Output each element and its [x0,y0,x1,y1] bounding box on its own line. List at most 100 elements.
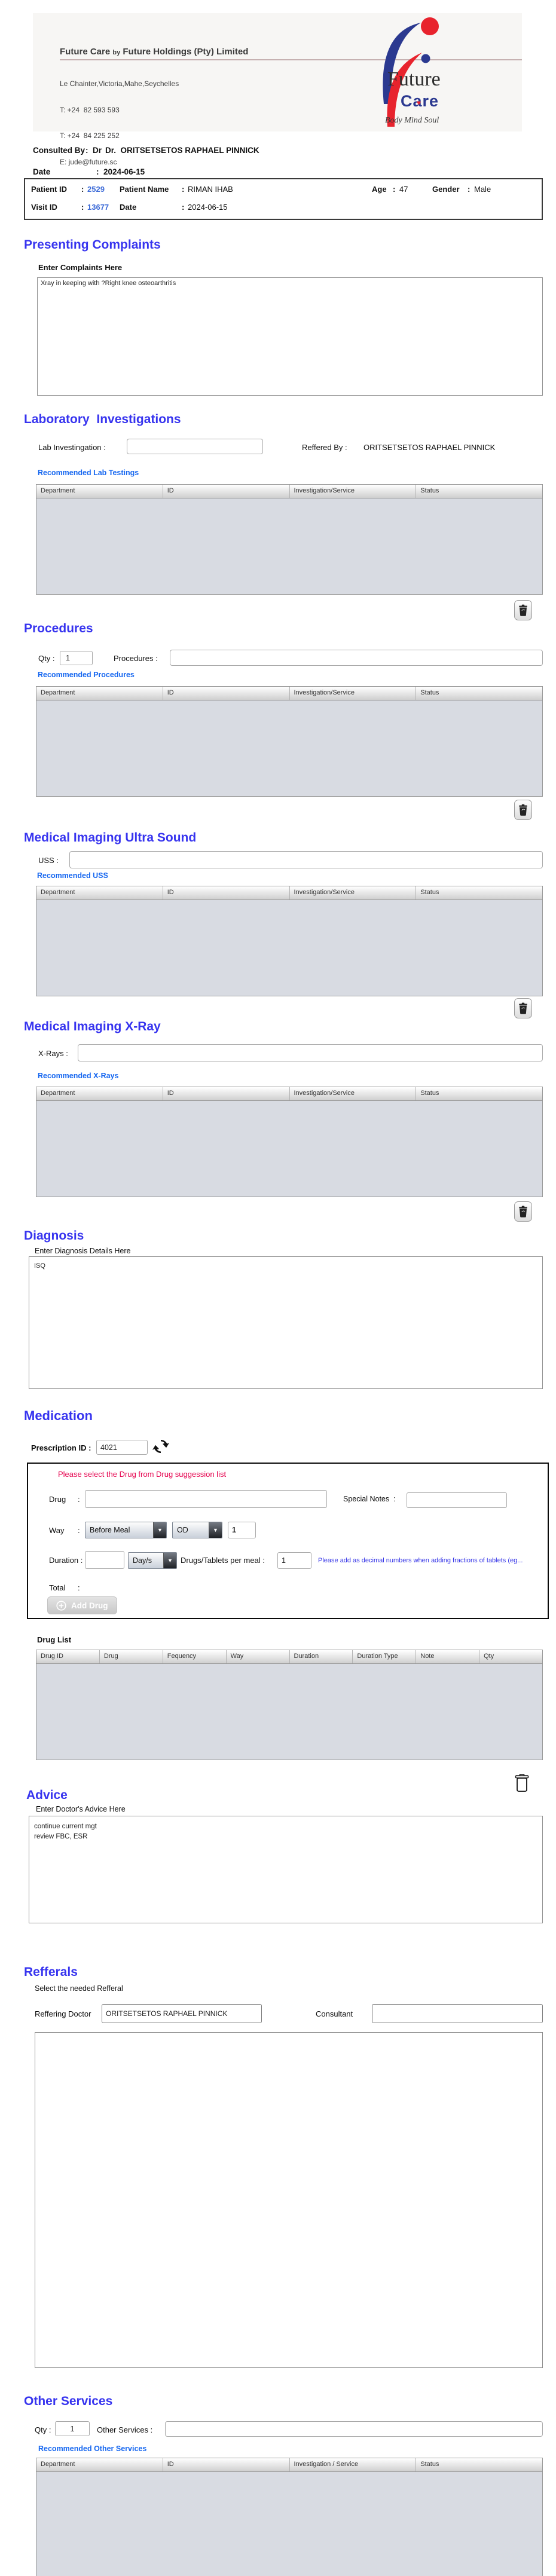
procedures-qty-input[interactable] [60,651,93,665]
section-medication: Medication [24,1408,93,1423]
trash-icon [519,604,527,616]
section-presenting-complaints: Presenting Complaints [24,238,161,252]
date-value: 2024-06-15 [103,167,145,176]
patient-name-label: Patient Name [120,185,169,194]
way-qty-input[interactable] [228,1522,256,1538]
other-qty-input[interactable] [55,2421,90,2436]
colon: : [81,203,84,212]
procedures-delete-button[interactable] [514,800,532,820]
logo-tagline: Body Mind Soul [385,116,439,125]
complaints-textarea[interactable]: Xray in keeping with ?Right knee osteoar… [37,277,543,396]
other-table-header: Department ID Investigation / Service St… [36,2458,542,2472]
special-notes-input[interactable] [407,1492,507,1508]
date-colon: : [96,167,99,176]
lab-investigation-input[interactable] [127,439,263,454]
colon: : [393,185,396,194]
lab-table-body [36,498,542,594]
section-advice: Advice [26,1788,68,1802]
advice-textarea[interactable]: continue current mgt review FBC, ESR [29,1816,543,1923]
section-ultrasound: Medical Imaging Ultra Sound [24,831,197,845]
colon: : [182,203,185,212]
other-col-status: Status [420,2461,439,2468]
drug-col-qty: Qty [484,1653,494,1660]
lab-delete-button[interactable] [514,600,532,620]
procedures-qty-label: Qty : [38,654,55,663]
gender-value: Male [474,185,491,194]
uss-col-investigation: Investigation/Service [290,886,417,900]
logo-blue-dot [421,54,430,63]
consulted-by-label: Consulted By [33,146,85,155]
recommended-xrays-link[interactable]: Recommended X-Rays [38,1072,118,1080]
other-services-table: Department ID Investigation / Service St… [36,2458,543,2576]
company-rest: Future Holdings (Pty) Limited [120,47,249,57]
recommended-uss-link[interactable]: Recommended USS [37,871,108,880]
procedures-input[interactable] [170,650,543,666]
xray-table: Department ID Investigation/Service Stat… [36,1087,543,1197]
drug-label: Drug [49,1495,66,1504]
drug-col-drug: Drug [100,1650,163,1663]
consulted-by-colon: : [85,146,88,155]
diagnosis-label: Enter Diagnosis Details Here [35,1247,131,1255]
patient-id-value: 2529 [87,185,105,194]
prescription-id-label: Prescription ID : [31,1443,91,1452]
procedures-label: Procedures : [114,654,158,663]
prescription-page: Future Care by Future Holdings (Pty) Lim… [0,0,556,2576]
uss-col-status: Status [420,889,439,896]
plus-circle-icon [56,1600,66,1611]
duration-type-select[interactable]: Day/s ▼ [128,1552,177,1569]
uss-table-body [36,900,542,996]
refferal-sub-label: Select the needed Refferal [35,1984,123,1993]
recommended-procedures-link[interactable]: Recommended Procedures [38,671,135,679]
other-col-id: ID [163,2458,290,2471]
logo-heart-icon: ♥ [417,99,421,107]
lab-col-id: ID [163,485,290,498]
add-drug-button[interactable]: Add Drug [47,1596,117,1614]
recommended-lab-testings-link[interactable]: Recommended Lab Testings [38,469,139,477]
company-logo: Future Care ♥ Body Mind Soul [366,8,465,131]
prescription-id-input[interactable] [96,1440,148,1455]
lab-table: Department ID Investigation/Service Stat… [36,484,543,595]
per-meal-input[interactable] [277,1552,311,1569]
duration-label: Duration : [49,1556,83,1565]
company-by: by [112,49,121,56]
lab-referred-by-label: Reffered By : [302,443,347,452]
chevron-down-icon: ▼ [153,1522,166,1538]
section-procedures: Procedures [24,622,93,635]
xray-delete-button[interactable] [514,1201,532,1222]
refresh-prescription-button[interactable] [151,1437,170,1456]
uss-label: USS : [38,856,59,865]
chevron-down-icon: ▼ [209,1522,222,1538]
drug-col-way: Way [227,1650,290,1663]
diagnosis-textarea[interactable]: ISQ [29,1256,543,1389]
lab-investigation-label: Lab Investingation : [38,443,106,452]
meal-select[interactable]: Before Meal ▼ [85,1522,167,1538]
other-services-input[interactable] [165,2421,543,2437]
advice-delete-button[interactable] [512,1770,532,1795]
xray-col-id: ID [163,1087,290,1100]
duration-input[interactable] [85,1551,124,1569]
company-title: Future Care by Future Holdings (Pty) Lim… [60,47,248,57]
colon: : [81,185,84,194]
colon: : [78,1495,80,1504]
xray-input[interactable] [78,1044,543,1061]
uss-input[interactable] [69,851,543,868]
refferal-list-box[interactable] [35,2032,543,2368]
colon: : [78,1526,80,1535]
proc-col-status: Status [420,689,439,696]
uss-delete-button[interactable] [514,998,532,1018]
gender-label: Gender [432,185,460,194]
visit-date-value: 2024-06-15 [188,203,228,212]
xray-col-department: Department [36,1087,163,1100]
lab-table-header: Department ID Investigation/Service Stat… [36,485,542,498]
frequency-select[interactable]: OD ▼ [172,1522,222,1538]
patient-id-label: Patient ID [31,185,67,194]
section-xray: Medical Imaging X-Ray [24,1020,161,1033]
logo-text-future: Future [387,68,441,90]
lab-col-department: Department [36,485,163,498]
reffering-doctor-input[interactable] [102,2004,262,2023]
date-label: Date [33,167,51,176]
recommended-other-services-link[interactable]: Recommended Other Services [38,2445,146,2453]
consultant-input[interactable] [372,2004,543,2023]
drug-list-label: Drug List [37,1635,72,1644]
drug-input[interactable] [85,1490,327,1508]
